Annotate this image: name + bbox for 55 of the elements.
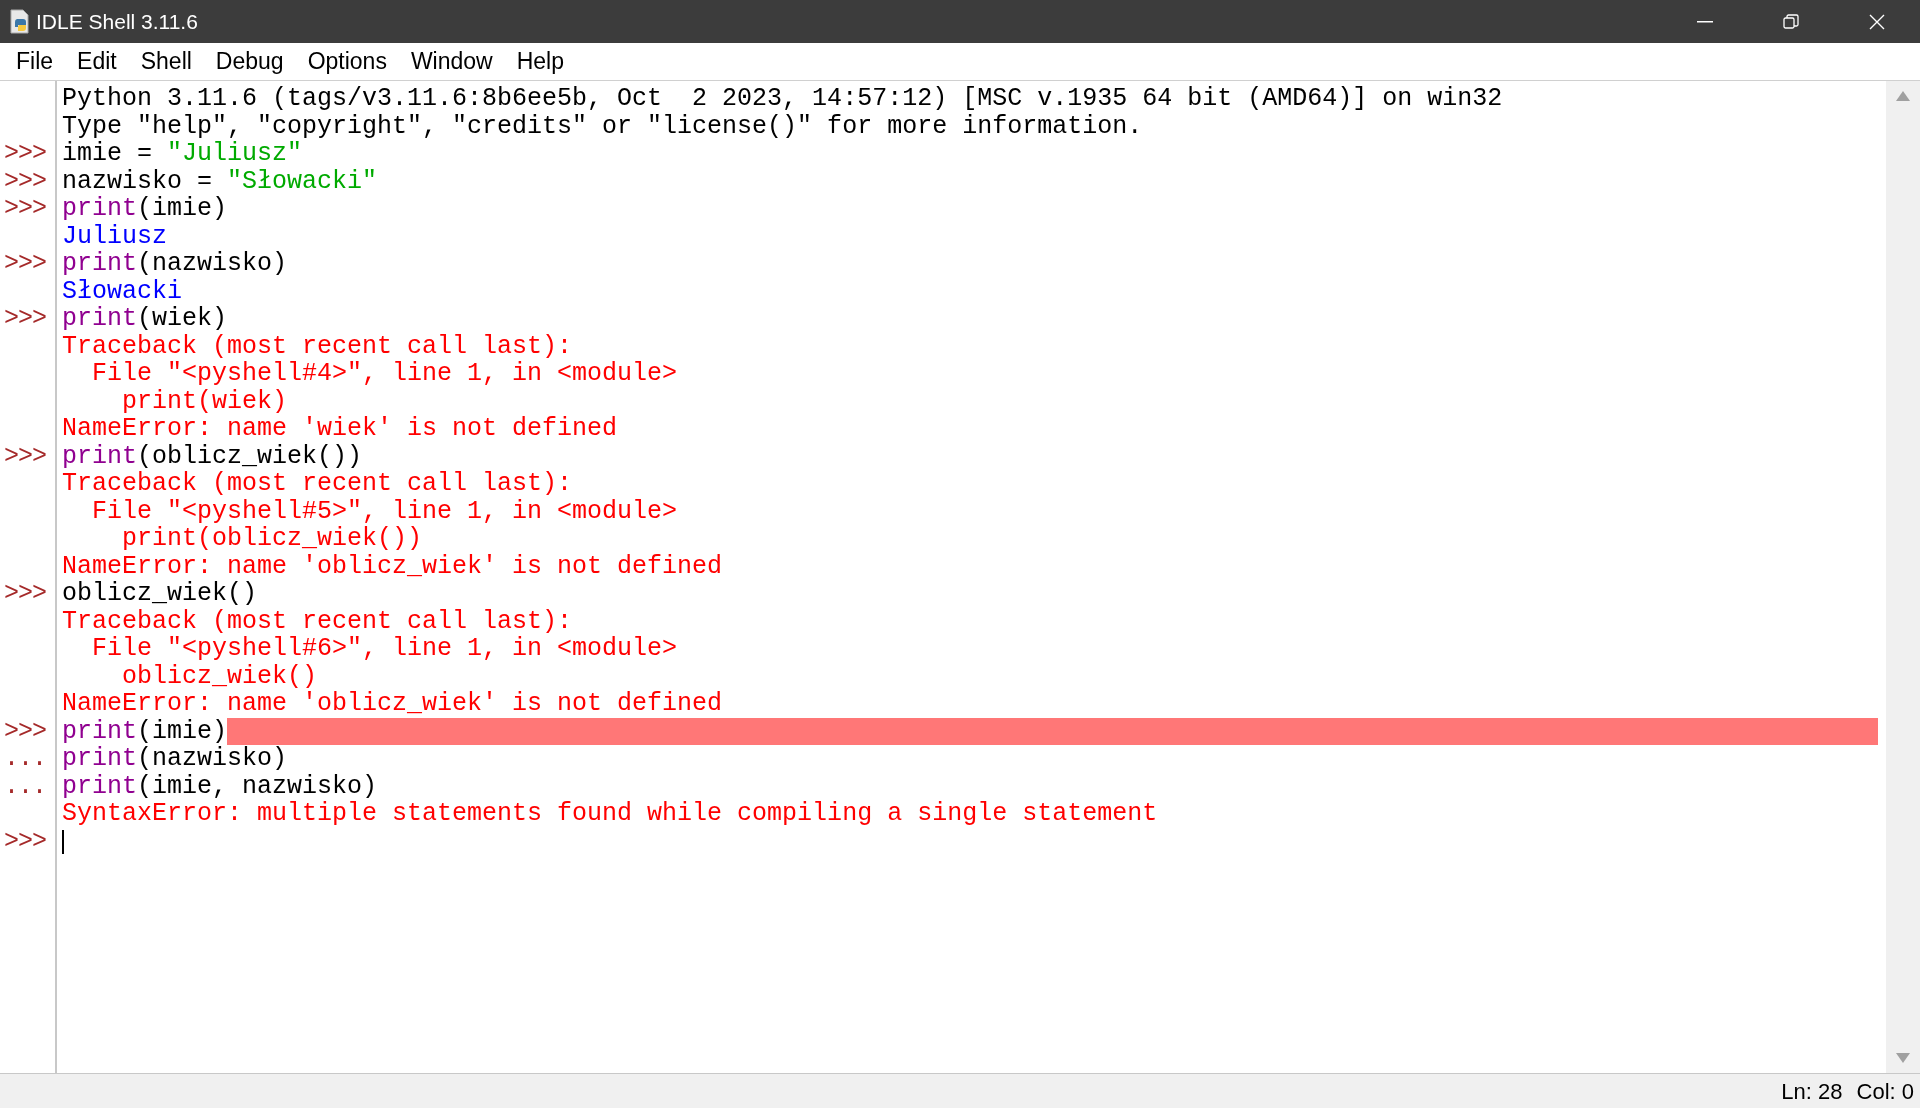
shell-line: imie = "Juliusz" (62, 140, 303, 168)
shell-line: Type "help", "copyright", "credits" or "license()" for more information. (62, 112, 1143, 140)
shell-line: Juliusz (62, 222, 168, 250)
menu-item[interactable]: Shell (128, 44, 204, 79)
menu-item[interactable]: Debug (203, 44, 296, 79)
shell-line: print(wiek) (121, 387, 288, 415)
prompt-marker: >>> (3, 194, 46, 223)
column-indicator: Col: 0 (1856, 1077, 1914, 1106)
shell-line: SyntaxError: multiple statements found while compiling a single statement (62, 800, 1158, 828)
prompt-marker: >>> (3, 249, 46, 278)
shell-line: File "<pyshell#5>", line 1, in <module> (91, 497, 678, 525)
shell-line: File "<pyshell#4>", line 1, in <module> (91, 360, 678, 388)
prompt-marker: ... (3, 744, 46, 773)
prompt-marker: >>> (3, 716, 46, 746)
prompt-marker: >>> (3, 139, 46, 168)
shell-line: print(nazwisko) (62, 250, 288, 278)
scrollbar[interactable] (1886, 81, 1920, 1073)
shell-line: Python 3.11.6 (tags/v3.11.6:8b6ee5b, Oct 2 2023, 14:57:12) [MSC v.1935 64 bit (AMD64)] on win32 (62, 85, 1503, 113)
menu-item[interactable]: Options (295, 44, 399, 79)
shell-line: print(imie) (62, 195, 228, 223)
menu-item[interactable]: Window (398, 44, 505, 79)
shell-line: nazwisko = "Słowacki" (62, 167, 378, 195)
shell-line: Traceback (most recent call last): (62, 332, 573, 360)
prompt-marker: >>> (3, 166, 46, 196)
shell-line: print(wiek) (62, 305, 228, 333)
menu-item[interactable]: Edit (65, 44, 129, 79)
restore-icon (1783, 13, 1799, 30)
scroll-up-arrow-icon[interactable] (1896, 91, 1910, 101)
shell-line: Słowacki (62, 277, 183, 305)
close-icon (1869, 13, 1885, 30)
prompt-marker: >>> (3, 826, 46, 856)
menu-item[interactable]: Help (504, 44, 577, 79)
shell-line: NameError: name 'oblicz_wiek' is not defined (62, 690, 723, 718)
shell-line: print(imie) (62, 717, 228, 745)
app-icon (8, 8, 32, 35)
prompt-marker: >>> (3, 304, 46, 333)
line-indicator: Ln: 28 (1781, 1077, 1843, 1106)
shell-line: print(oblicz_wiek()) (62, 442, 363, 470)
window-title: IDLE Shell 3.11.6 (36, 8, 198, 35)
prompt-marker: >>> (3, 441, 46, 471)
shell-line: oblicz_wiek() (62, 580, 258, 608)
menu-item[interactable]: File (4, 44, 66, 79)
prompt-marker: >>> (3, 579, 46, 608)
scroll-down-arrow-icon[interactable] (1896, 1053, 1910, 1063)
shell-line: Traceback (most recent call last): (62, 607, 573, 635)
prompt-marker: ... (3, 771, 46, 801)
shell-line: print(imie, nazwisko) (62, 772, 378, 800)
shell-line: Traceback (most recent call last): (62, 470, 573, 498)
shell-line: print(nazwisko) (62, 745, 288, 773)
shell-line: print(oblicz_wiek()) (121, 525, 423, 553)
shell-line: NameError: name 'wiek' is not defined (62, 415, 618, 443)
shell-line: File "<pyshell#6>", line 1, in <module> (91, 635, 678, 663)
shell-line: NameError: name 'oblicz_wiek' is not defined (62, 552, 723, 580)
shell-line: oblicz_wiek() (121, 662, 318, 690)
minimize-icon (1697, 20, 1713, 23)
